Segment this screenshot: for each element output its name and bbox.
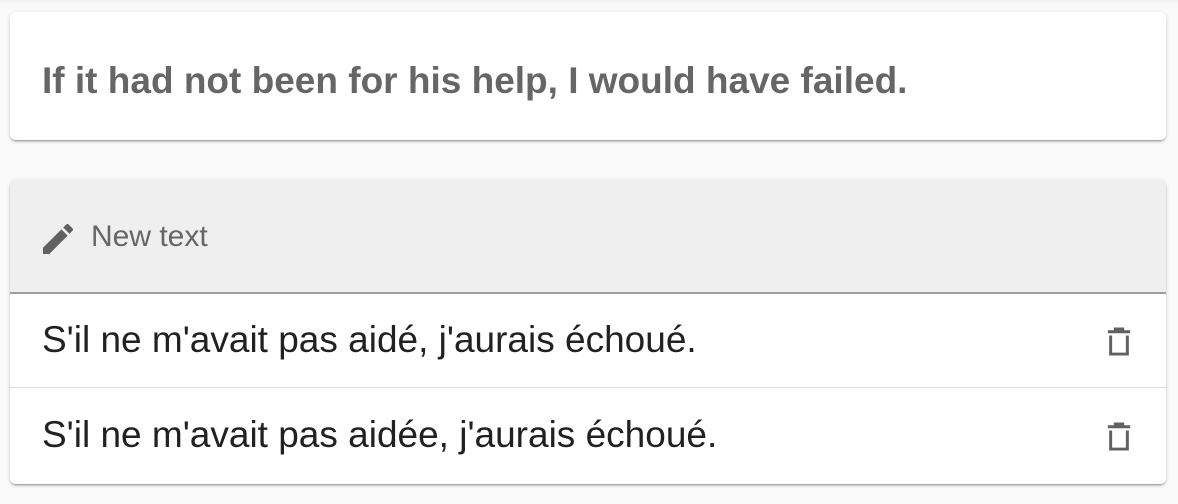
source-sentence: If it had not been for his help, I would… xyxy=(42,60,908,101)
new-text-placeholder: New text xyxy=(91,220,208,253)
translation-text: S'il ne m'avait pas aidé, j'aurais échou… xyxy=(42,319,697,360)
translation-item: S'il ne m'avait pas aidée, j'aurais écho… xyxy=(10,388,1166,484)
trash-icon[interactable] xyxy=(1106,422,1132,452)
top-edge xyxy=(0,0,1178,6)
translations-card: New text S'il ne m'avait pas aidé, j'aur… xyxy=(10,180,1166,484)
translation-text: S'il ne m'avait pas aidée, j'aurais écho… xyxy=(42,414,718,455)
translation-item: S'il ne m'avait pas aidé, j'aurais échou… xyxy=(10,293,1166,388)
pencil-icon xyxy=(43,223,74,254)
new-text-input[interactable]: New text xyxy=(10,180,1166,294)
trash-icon[interactable] xyxy=(1106,327,1132,357)
source-sentence-card: If it had not been for his help, I would… xyxy=(10,12,1166,140)
